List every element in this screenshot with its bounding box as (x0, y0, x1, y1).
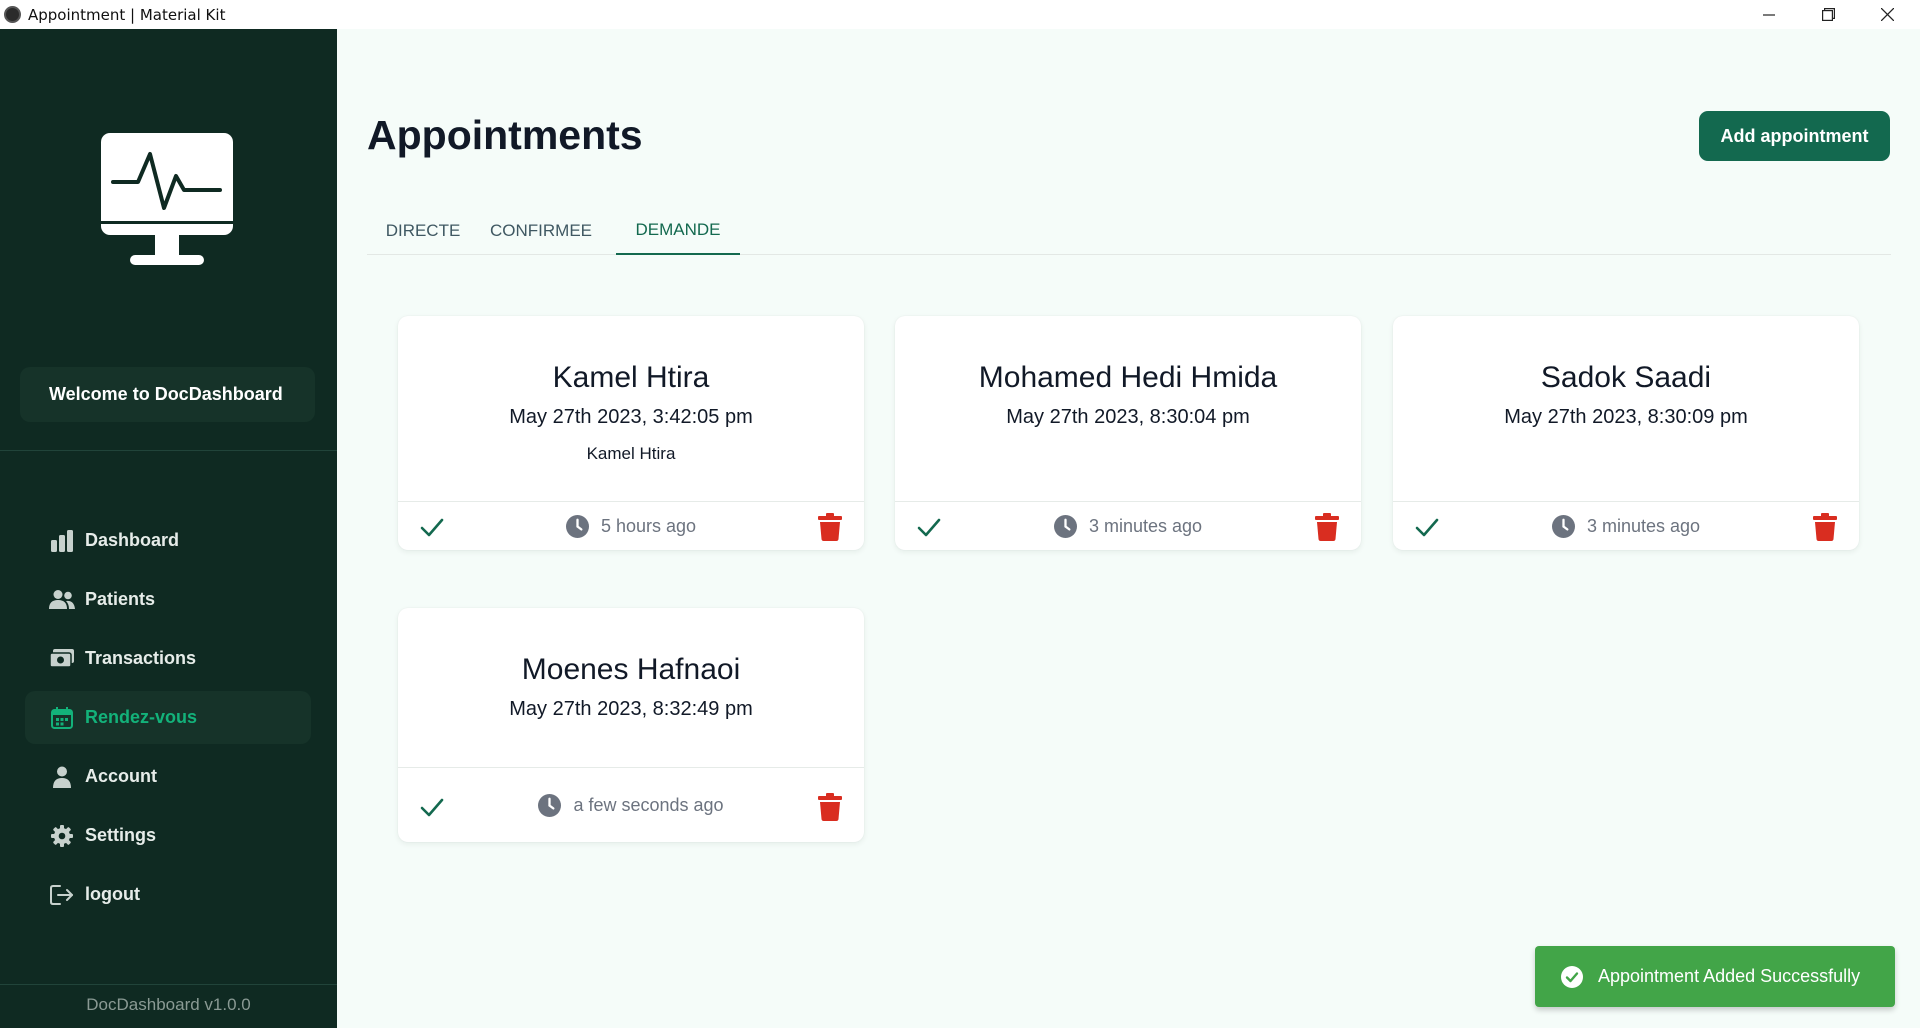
time-ago-text: 5 hours ago (600, 516, 697, 536)
sidebar-item-account[interactable]: Account (25, 750, 311, 803)
clock-icon (1053, 515, 1077, 538)
sidebar-item-label: Transactions (85, 648, 197, 668)
card-footer: 3 minutes ago (895, 501, 1361, 550)
monitor-pulse-logo-icon (101, 133, 233, 265)
restore-button[interactable] (1799, 0, 1857, 29)
sidebar-item-label: Dashboard (85, 530, 180, 550)
appointment-note: Kamel Htira (586, 444, 676, 463)
card-footer: a few seconds ago (398, 767, 864, 842)
time-ago-text: 3 minutes ago (1586, 516, 1701, 536)
card-footer: 3 minutes ago (1393, 501, 1859, 550)
clock-icon (538, 794, 562, 817)
appointment-date: May 27th 2023, 8:32:49 pm (509, 698, 753, 720)
success-toast[interactable]: Appointment Added Successfully (1535, 946, 1895, 1007)
patient-name: Kamel Htira (552, 361, 710, 394)
tab-confirmee[interactable]: CONFIRMEE (479, 207, 603, 255)
minimize-button[interactable] (1740, 0, 1798, 29)
time-ago-text: a few seconds ago (573, 795, 724, 815)
sidebar-item-label: logout (85, 884, 140, 904)
sidebar-item-dashboard[interactable]: Dashboard (25, 514, 311, 567)
time-ago: 5 hours ago (398, 515, 864, 538)
tab-directe[interactable]: DIRECTE (367, 207, 479, 255)
window-title: Appointment | Material Kit (28, 5, 226, 24)
sidebar-item-label: Patients (85, 589, 156, 609)
welcome-text: Welcome to DocDashboard (49, 384, 283, 404)
appointment-tabs: DIRECTE CONFIRMEE DEMANDE (367, 207, 1891, 255)
clock-icon (565, 515, 589, 538)
close-button[interactable] (1858, 0, 1916, 29)
patient-name: Mohamed Hedi Hmida (978, 361, 1278, 394)
sidebar-item-rendez-vous[interactable]: Rendez-vous (25, 691, 311, 744)
time-ago: 3 minutes ago (895, 515, 1361, 538)
appointment-card: Mohamed Hedi Hmida May 27th 2023, 8:30:0… (895, 316, 1361, 550)
sidebar-item-transactions[interactable]: Transactions (25, 632, 311, 685)
toast-message: Appointment Added Successfully (1598, 966, 1861, 986)
tab-demande[interactable]: DEMANDE (616, 207, 740, 255)
check-circle-icon (1561, 965, 1583, 988)
clock-icon (1551, 515, 1575, 538)
sidebar: Welcome to DocDashboard Dashboard Patien… (0, 29, 337, 1028)
sidebar-item-logout[interactable]: logout (25, 868, 311, 921)
logout-icon (49, 882, 75, 908)
time-ago-text: 3 minutes ago (1088, 516, 1203, 536)
sidebar-item-settings[interactable]: Settings (25, 809, 311, 862)
delete-trash-icon[interactable] (1314, 513, 1340, 541)
app-icon (4, 6, 21, 23)
patient-name: Moenes Hafnaoi (521, 653, 741, 686)
money-icon (49, 646, 75, 672)
users-icon (49, 587, 75, 613)
welcome-banner: Welcome to DocDashboard (20, 367, 315, 422)
time-ago: 3 minutes ago (1393, 515, 1859, 538)
calendar-icon (49, 705, 75, 731)
page-title: Appointments (367, 112, 643, 158)
sidebar-item-label: Rendez-vous (85, 707, 198, 727)
appointment-card: Sadok Saadi May 27th 2023, 8:30:09 pm 3 … (1393, 316, 1859, 550)
user-icon (49, 764, 75, 790)
patient-name: Sadok Saadi (1540, 361, 1712, 394)
delete-trash-icon[interactable] (817, 793, 843, 821)
sidebar-item-label: Account (85, 766, 157, 786)
appointment-card: Kamel Htira May 27th 2023, 3:42:05 pm Ka… (398, 316, 864, 550)
restore-icon (1821, 8, 1835, 21)
gear-icon (49, 823, 75, 849)
sidebar-item-label: Settings (85, 825, 157, 845)
close-icon (1880, 8, 1894, 21)
appointment-card: Moenes Hafnaoi May 27th 2023, 8:32:49 pm… (398, 608, 864, 842)
appointment-date: May 27th 2023, 8:30:09 pm (1504, 406, 1748, 428)
sidebar-item-patients[interactable]: Patients (25, 573, 311, 626)
time-ago: a few seconds ago (398, 794, 864, 817)
card-footer: 5 hours ago (398, 501, 864, 550)
add-appointment-button[interactable]: Add appointment (1699, 111, 1890, 161)
delete-trash-icon[interactable] (817, 513, 843, 541)
window-titlebar: Appointment | Material Kit (0, 0, 1920, 29)
sidebar-nav: Dashboard Patients Transactions Rendez-v… (25, 514, 311, 927)
appointment-date: May 27th 2023, 8:30:04 pm (1006, 406, 1250, 428)
app-version: DocDashboard v1.0.0 (0, 984, 337, 1028)
appointment-date: May 27th 2023, 3:42:05 pm (509, 406, 753, 428)
minimize-icon (1763, 13, 1775, 16)
bar-chart-icon (49, 528, 75, 554)
sidebar-divider (0, 450, 337, 451)
delete-trash-icon[interactable] (1812, 513, 1838, 541)
